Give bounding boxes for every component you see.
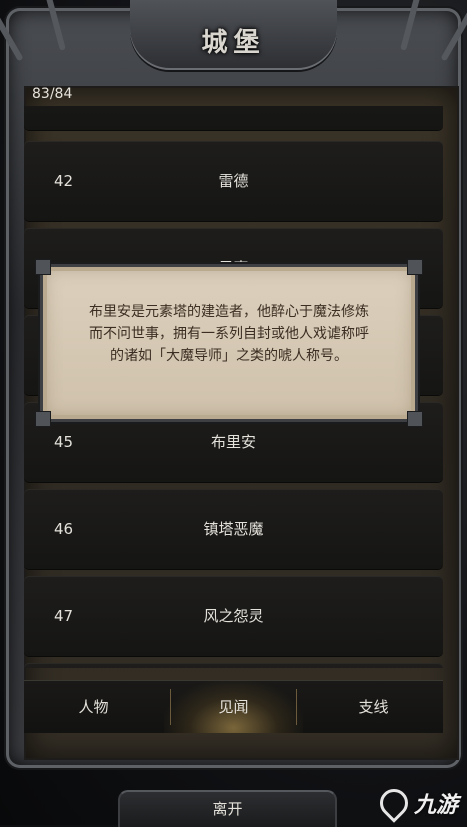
popup-description: 布里安是元素塔的建造者，他醉心于魔法修炼而不问世事，拥有一系列自封或他人戏谑称呼…: [89, 304, 369, 364]
watermark: 九游: [374, 783, 459, 823]
popup-corner-ornament: [35, 259, 51, 275]
list-item[interactable]: 41: [24, 106, 443, 130]
popup-corner-ornament: [35, 411, 51, 427]
leave-button[interactable]: 离开: [118, 790, 337, 827]
list-item[interactable]: 48: [24, 663, 443, 668]
tab-lore[interactable]: 见闻: [164, 681, 303, 733]
entry-name: [24, 663, 443, 668]
entry-name: [24, 106, 443, 130]
progress-counter: 83/84: [32, 86, 73, 102]
list-item[interactable]: 42 雷德: [24, 141, 443, 221]
entry-name: 雷德: [218, 172, 249, 190]
popup-corner-ornament: [407, 411, 423, 427]
description-popup[interactable]: 布里安是元素塔的建造者，他醉心于魔法修炼而不问世事，拥有一系列自封或他人戏谑称呼…: [35, 259, 423, 427]
page-title: 城堡: [201, 28, 266, 58]
tab-characters[interactable]: 人物: [24, 681, 163, 733]
popup-corner-ornament: [407, 259, 423, 275]
watermark-logo-icon: [374, 783, 414, 823]
entry-name: 镇塔恶魔: [203, 520, 264, 538]
watermark-text: 九游: [414, 793, 459, 818]
entry-name: 风之怨灵: [203, 607, 264, 625]
list-item[interactable]: 46 镇塔恶魔: [24, 489, 443, 569]
tab-side-quests[interactable]: 支线: [304, 681, 443, 733]
category-tabs: 人物 见闻 支线: [24, 680, 443, 733]
list-item[interactable]: 47 风之怨灵: [24, 576, 443, 656]
